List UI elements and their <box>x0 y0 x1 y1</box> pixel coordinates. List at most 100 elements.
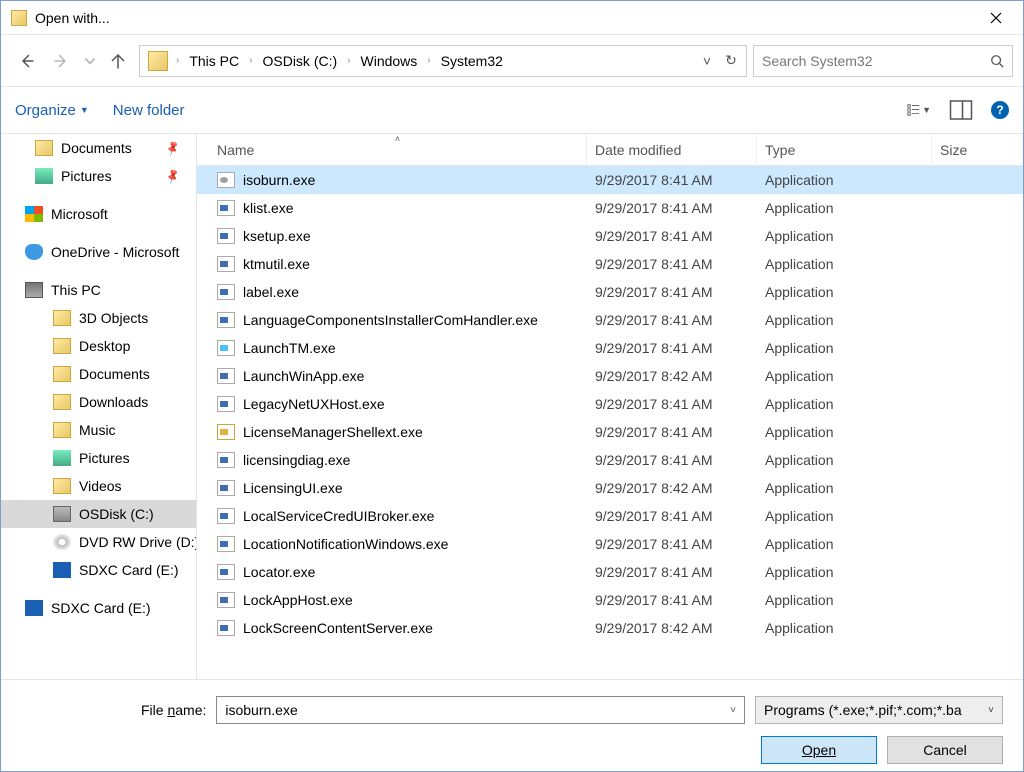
tree-item[interactable]: Videos <box>1 472 196 500</box>
chevron-down-icon <box>83 52 97 70</box>
file-row[interactable]: Locator.exe9/29/2017 8:41 AMApplication <box>197 558 1023 586</box>
tree-item[interactable]: Downloads <box>1 388 196 416</box>
file-row[interactable]: LockAppHost.exe9/29/2017 8:41 AMApplicat… <box>197 586 1023 614</box>
crumb-this-pc[interactable]: This PC <box>183 46 245 76</box>
exe-icon <box>217 592 235 608</box>
file-row[interactable]: LegacyNetUXHost.exe9/29/2017 8:41 AMAppl… <box>197 390 1023 418</box>
column-name[interactable]: ˄ Name <box>209 134 587 165</box>
file-type: Application <box>757 424 932 440</box>
tree-item[interactable]: This PC <box>1 276 196 304</box>
navigation-pane[interactable]: Documents📌Pictures📌 Microsoft OneDrive - M… <box>1 134 197 679</box>
file-row[interactable]: LaunchWinApp.exe9/29/2017 8:42 AMApplica… <box>197 362 1023 390</box>
help-button[interactable]: ? <box>991 101 1009 119</box>
tree-item[interactable]: Documents📌 <box>1 134 196 162</box>
filename-input[interactable]: isoburn.exe ˅ <box>216 696 745 724</box>
view-mode-button[interactable]: ▼ <box>907 98 931 122</box>
chevron-down-icon[interactable]: ˅ <box>730 705 736 716</box>
file-row[interactable]: licensingdiag.exe9/29/2017 8:41 AMApplic… <box>197 446 1023 474</box>
tree-item[interactable]: SDXC Card (E:) <box>1 556 196 584</box>
file-row[interactable]: label.exe9/29/2017 8:41 AMApplication <box>197 278 1023 306</box>
file-pane: ˄ Name Date modified Type Size isoburn.e… <box>197 134 1023 679</box>
tree-item[interactable]: 3D Objects <box>1 304 196 332</box>
tree-item[interactable]: OSDisk (C:) <box>1 500 196 528</box>
search-input[interactable]: Search System32 <box>753 45 1013 77</box>
file-type: Application <box>757 452 932 468</box>
file-name: LegacyNetUXHost.exe <box>243 396 385 412</box>
file-row[interactable]: LicenseManagerShellext.exe9/29/2017 8:41… <box>197 418 1023 446</box>
file-name: ksetup.exe <box>243 228 311 244</box>
file-type-filter[interactable]: Programs (*.exe;*.pif;*.com;*.ba ˅ <box>755 696 1003 724</box>
file-name: LocationNotificationWindows.exe <box>243 536 448 552</box>
cancel-button[interactable]: Cancel <box>887 736 1003 764</box>
tree-item-label: Documents <box>79 366 150 382</box>
file-row[interactable]: ktmutil.exe9/29/2017 8:41 AMApplication <box>197 250 1023 278</box>
file-row[interactable]: klist.exe9/29/2017 8:41 AMApplication <box>197 194 1023 222</box>
address-bar[interactable]: › This PC › OSDisk (C:) › Windows › Syst… <box>139 45 747 77</box>
filter-label: Programs (*.exe;*.pif;*.com;*.ba <box>764 702 988 718</box>
file-row[interactable]: LocationNotificationWindows.exe9/29/2017… <box>197 530 1023 558</box>
column-date[interactable]: Date modified <box>587 134 757 165</box>
tree-item[interactable]: Documents <box>1 360 196 388</box>
file-type: Application <box>757 508 932 524</box>
file-name: Locator.exe <box>243 564 315 580</box>
crumb-windows[interactable]: Windows <box>355 46 424 76</box>
tree-item[interactable]: Desktop <box>1 332 196 360</box>
file-date: 9/29/2017 8:41 AM <box>587 312 757 328</box>
column-headers: ˄ Name Date modified Type Size <box>197 134 1023 166</box>
exe-icon <box>217 480 235 496</box>
tree-item-label: OSDisk (C:) <box>79 506 154 522</box>
tree-item-label: Microsoft <box>51 206 108 222</box>
file-row[interactable]: LicensingUI.exe9/29/2017 8:42 AMApplicat… <box>197 474 1023 502</box>
preview-pane-button[interactable] <box>949 98 973 122</box>
crumb-osdisk[interactable]: OSDisk (C:) <box>256 46 343 76</box>
back-button[interactable] <box>11 46 41 76</box>
filename-value: isoburn.exe <box>225 702 730 718</box>
ms-icon <box>25 206 43 222</box>
crumb-system32[interactable]: System32 <box>435 46 509 76</box>
exe-icon <box>217 312 235 328</box>
tree-item[interactable]: Music <box>1 416 196 444</box>
file-row[interactable]: LanguageComponentsInstallerComHandler.ex… <box>197 306 1023 334</box>
arrow-right-icon <box>53 52 71 70</box>
tree-item-label: Pictures <box>61 168 112 184</box>
new-folder-button[interactable]: New folder <box>113 102 185 119</box>
new-folder-label: New folder <box>113 102 185 119</box>
pc-icon <box>25 282 43 298</box>
up-button[interactable] <box>103 46 133 76</box>
column-size[interactable]: Size <box>932 134 1023 165</box>
recent-dropdown[interactable] <box>83 46 97 76</box>
file-date: 9/29/2017 8:41 AM <box>587 424 757 440</box>
exe-icon <box>217 452 235 468</box>
file-name: LanguageComponentsInstallerComHandler.ex… <box>243 312 538 328</box>
tree-item[interactable]: DVD RW Drive (D:) <box>1 528 196 556</box>
tree-item[interactable]: Microsoft <box>1 200 196 228</box>
chevron-down-icon[interactable]: ˅ <box>696 53 718 69</box>
organize-menu[interactable]: Organize ▼ <box>15 102 89 119</box>
tree-item[interactable]: SDXC Card (E:) <box>1 594 196 622</box>
forward-button[interactable] <box>47 46 77 76</box>
column-type[interactable]: Type <box>757 134 932 165</box>
close-icon <box>990 12 1002 24</box>
exe-icon <box>217 620 235 636</box>
arrow-up-icon <box>109 52 127 70</box>
file-date: 9/29/2017 8:41 AM <box>587 284 757 300</box>
file-row[interactable]: LaunchTM.exe9/29/2017 8:41 AMApplication <box>197 334 1023 362</box>
refresh-button[interactable]: ↻ <box>720 52 742 69</box>
open-button[interactable]: Open <box>761 736 877 764</box>
tree-item-label: SDXC Card (E:) <box>79 562 179 578</box>
file-row[interactable]: ksetup.exe9/29/2017 8:41 AMApplication <box>197 222 1023 250</box>
file-list[interactable]: isoburn.exe9/29/2017 8:41 AMApplicationk… <box>197 166 1023 679</box>
file-row[interactable]: LocalServiceCredUIBroker.exe9/29/2017 8:… <box>197 502 1023 530</box>
exe-icon <box>217 200 235 216</box>
file-row[interactable]: LockScreenContentServer.exe 9/29/2017 8:4… <box>197 614 1023 642</box>
file-row[interactable]: isoburn.exe9/29/2017 8:41 AMApplication <box>197 166 1023 194</box>
file-date: 9/29/2017 8:42 AM <box>587 620 757 636</box>
tree-item[interactable]: OneDrive - Microsoft <box>1 238 196 266</box>
chevron-right-icon: › <box>247 55 254 66</box>
file-name: LockScreenContentServer.exe <box>243 620 433 636</box>
close-button[interactable] <box>973 4 1019 32</box>
file-type: Application <box>757 592 932 608</box>
tree-item[interactable]: Pictures <box>1 444 196 472</box>
tree-item-label: OneDrive - Microsoft <box>51 244 179 260</box>
tree-item[interactable]: Pictures📌 <box>1 162 196 190</box>
